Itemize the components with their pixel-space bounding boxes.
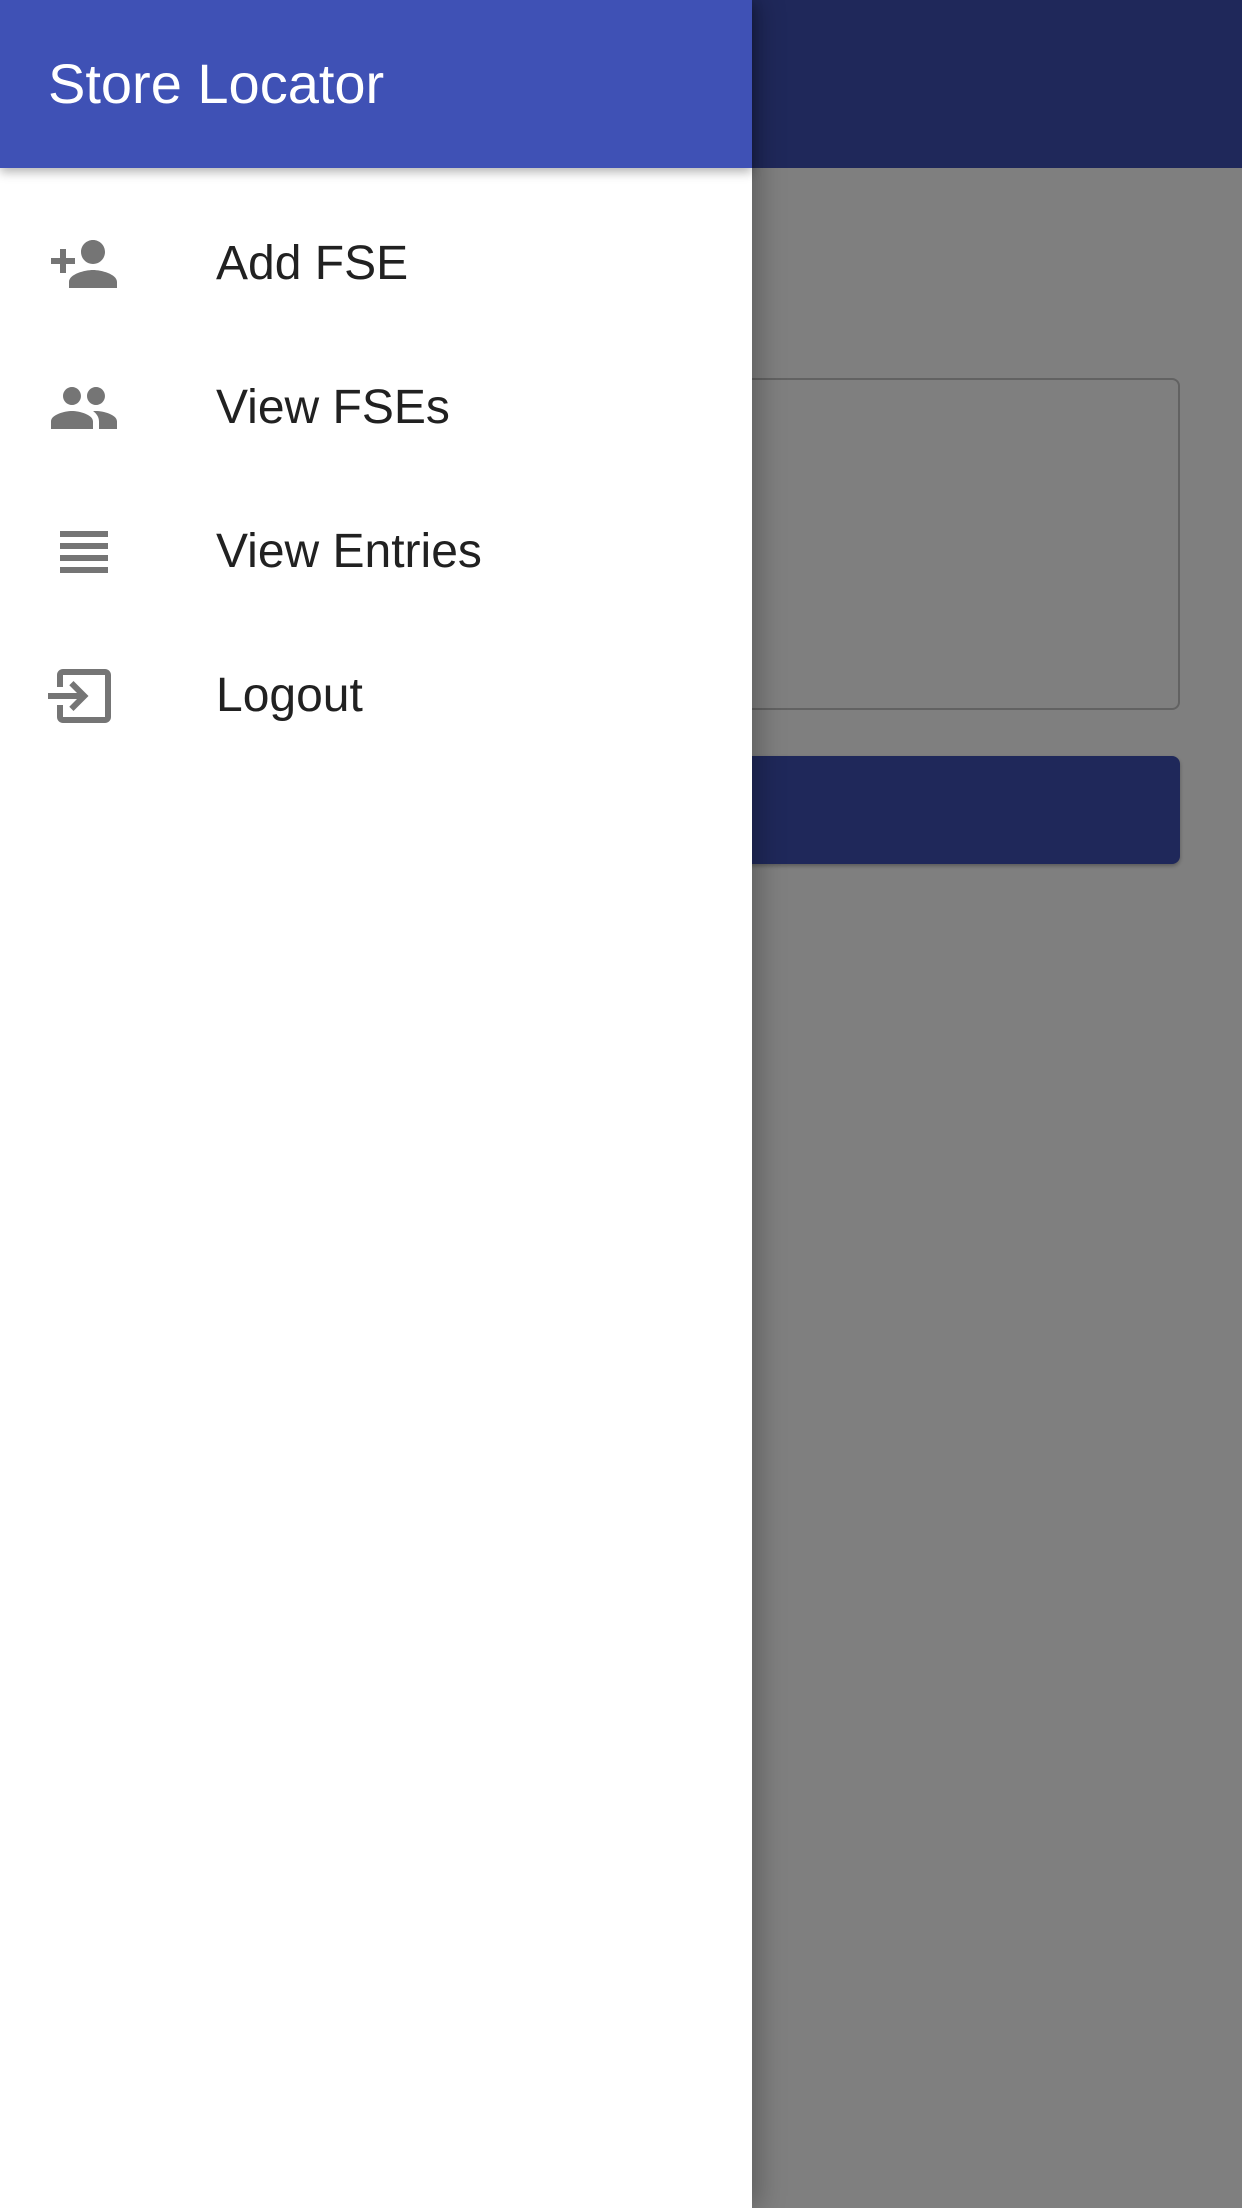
menu-item-label: View FSEs — [216, 381, 450, 434]
drawer-menu: Add FSE View FSEs View Entries Logout — [0, 168, 752, 768]
menu-item-add-fse[interactable]: Add FSE — [0, 192, 752, 336]
people-icon — [48, 372, 120, 444]
person-add-icon — [48, 228, 120, 300]
drawer-header: Store Locator — [0, 0, 752, 168]
menu-item-label: Logout — [216, 669, 363, 722]
navigation-drawer: Store Locator Add FSE View FSEs View Ent… — [0, 0, 752, 2208]
menu-item-logout[interactable]: Logout — [0, 624, 752, 768]
drawer-title: Store Locator — [48, 52, 385, 115]
exit-icon — [48, 660, 120, 732]
list-icon — [48, 516, 120, 588]
menu-item-label: Add FSE — [216, 237, 409, 290]
menu-item-view-fses[interactable]: View FSEs — [0, 336, 752, 480]
menu-item-view-entries[interactable]: View Entries — [0, 480, 752, 624]
menu-item-label: View Entries — [216, 525, 482, 578]
